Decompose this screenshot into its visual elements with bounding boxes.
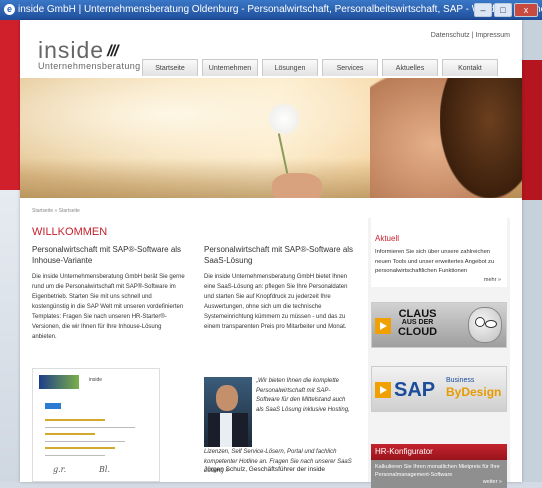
nav-tab-unternehmen[interactable]: Unternehmen bbox=[202, 59, 258, 76]
top-links[interactable]: Datenschutz | Impressum bbox=[431, 32, 510, 39]
signature-image: g.r. bbox=[53, 465, 67, 474]
main-nav: Startseite Unternehmen Lösungen Services… bbox=[142, 59, 498, 76]
column-inhouse: Personalwirtschaft mit SAP®-Software als… bbox=[32, 244, 187, 342]
page-title: WILLKOMMEN bbox=[32, 226, 108, 238]
cloud-mascot-icon bbox=[468, 307, 502, 343]
logo-text: inside/// bbox=[38, 37, 118, 63]
business-label: Business bbox=[446, 377, 475, 384]
nav-tab-aktuelles[interactable]: Aktuelles bbox=[382, 59, 438, 76]
window-controls: – □ x bbox=[474, 3, 538, 17]
aktuell-more-link[interactable]: mehr » bbox=[371, 277, 507, 287]
hero-image bbox=[20, 78, 522, 198]
play-icon bbox=[375, 318, 391, 334]
main-content: Startseite » Startseite WILLKOMMEN Perso… bbox=[20, 198, 522, 488]
quote-text: „Wir bieten Ihnen die komplette Personal… bbox=[256, 378, 350, 413]
bydesign-label: ByDesign bbox=[446, 385, 502, 399]
column-saas: Personalwirtschaft mit SAP®-Software als… bbox=[204, 244, 356, 332]
hr-more-link[interactable]: weiter » bbox=[483, 478, 502, 486]
hr-konfigurator-body: Kalkulieren Sie Ihren monatlichen Mietpr… bbox=[371, 460, 507, 488]
nav-tab-loesungen[interactable]: Lösungen bbox=[262, 59, 318, 76]
aktuell-title: Aktuell bbox=[375, 234, 400, 243]
minimize-button[interactable]: – bbox=[474, 3, 492, 17]
close-button[interactable]: x bbox=[514, 3, 538, 17]
nav-tab-kontakt[interactable]: Kontakt bbox=[442, 59, 498, 76]
nav-tab-services[interactable]: Services bbox=[322, 59, 378, 76]
sap-bydesign-banner[interactable]: SAP Business ByDesign bbox=[371, 366, 507, 412]
document-thumbnail[interactable]: inside g.r. Bl. bbox=[32, 368, 160, 482]
dandelion-image bbox=[267, 102, 301, 136]
logo-subtitle: Unternehmensberatung bbox=[38, 61, 141, 71]
claus-banner-text: CLAUS AUS DER CLOUD bbox=[398, 308, 438, 338]
quote-author: Jürgen Schulz, Geschäftsführer der insid… bbox=[204, 466, 326, 473]
aktuell-box: Aktuell Informieren Sie sich über unsere… bbox=[371, 218, 507, 287]
claus-cloud-banner[interactable]: CLAUS AUS DER CLOUD bbox=[371, 302, 507, 348]
ie-icon: e bbox=[4, 4, 15, 15]
hr-konfigurator-box[interactable]: HR-Konfigurator Kalkulieren Sie Ihren mo… bbox=[371, 444, 507, 488]
breadcrumb[interactable]: Startseite » Startseite bbox=[32, 208, 80, 214]
column-saas-title: Personalwirtschaft mit SAP®-Software als… bbox=[204, 245, 354, 265]
window-titlebar: e inside GmbH | Unternehmensberatung Old… bbox=[0, 0, 542, 20]
column-inhouse-title: Personalwirtschaft mit SAP®-Software als… bbox=[32, 245, 182, 265]
play-icon bbox=[375, 382, 391, 398]
window-title: inside GmbH | Unternehmensberatung Olden… bbox=[18, 4, 542, 15]
maximize-button[interactable]: □ bbox=[494, 3, 512, 17]
sap-logo: SAP bbox=[394, 379, 436, 401]
hr-konfigurator-text: Kalkulieren Sie Ihren monatlichen Mietpr… bbox=[375, 464, 500, 478]
column-saas-text: Die inside Unternehmensberatung GmbH bie… bbox=[204, 274, 348, 330]
sidebar: Aktuell Informieren Sie sich über unsere… bbox=[368, 218, 510, 488]
portrait-photo bbox=[204, 377, 252, 447]
signature-image: Bl. bbox=[99, 465, 110, 474]
column-inhouse-text: Die inside Unternehmensberatung GmbH ber… bbox=[32, 274, 185, 340]
logo-bars-icon: /// bbox=[107, 43, 118, 60]
web-page: Datenschutz | Impressum inside/// Untern… bbox=[20, 20, 522, 488]
nav-tab-startseite[interactable]: Startseite bbox=[142, 59, 198, 76]
logo[interactable]: inside/// Unternehmensberatung bbox=[38, 37, 141, 71]
background-right-red bbox=[522, 60, 542, 200]
document-logo bbox=[39, 375, 79, 389]
document-header-text: inside bbox=[89, 377, 103, 383]
aktuell-text: Informieren Sie sich über unsere zahlrei… bbox=[375, 249, 495, 274]
hr-konfigurator-title: HR-Konfigurator bbox=[371, 444, 507, 460]
